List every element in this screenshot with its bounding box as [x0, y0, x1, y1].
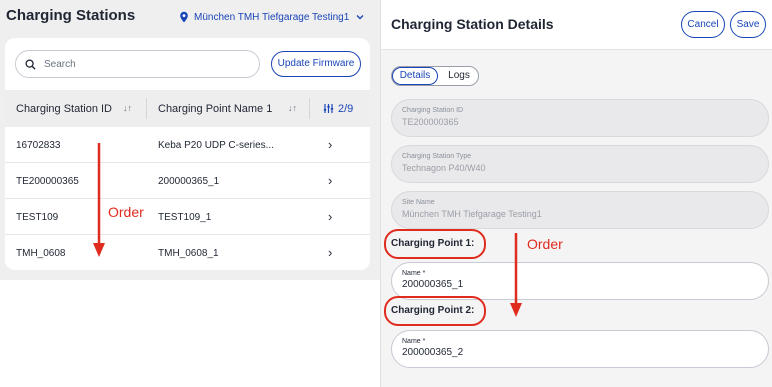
tab-logs[interactable]: Logs: [440, 67, 478, 85]
order-arrow-icon: [510, 233, 522, 317]
point-name-cell: TMH_0608_1: [158, 248, 219, 259]
field-value: München TMH Tiefgarage Testing1: [402, 209, 542, 219]
station-id-cell: 16702833: [16, 140, 61, 151]
search-placeholder: Search: [44, 58, 76, 70]
charging-stations-panel: Charging Stations München TMH Tiefgarage…: [0, 0, 380, 280]
charging-point-2-name-input[interactable]: Name * 200000365_2: [391, 330, 769, 368]
point-name-cell: Keba P20 UDP C-series...: [158, 140, 274, 151]
chevron-right-icon[interactable]: ›: [328, 137, 332, 152]
field-label: Charging Station Type: [402, 153, 472, 160]
details-header: Charging Station Details Cancel Save: [381, 0, 772, 50]
tab-details[interactable]: Details: [392, 67, 438, 85]
page-title: Charging Stations: [6, 7, 136, 24]
field-label: Name *: [402, 270, 426, 277]
chevron-right-icon[interactable]: ›: [328, 245, 332, 260]
point-name-cell: TEST109_1: [158, 212, 212, 223]
order-arrow-icon: [93, 143, 105, 257]
order-annotation: Order: [108, 204, 144, 220]
order-annotation: Order: [527, 236, 563, 252]
highlight-ring: [384, 296, 486, 326]
station-id-cell: TEST109: [16, 212, 59, 223]
update-firmware-button[interactable]: Update Firmware: [271, 51, 361, 77]
details-title: Charging Station Details: [391, 16, 554, 32]
site-name-field: Site Name München TMH Tiefgarage Testing…: [391, 191, 769, 229]
sort-icon[interactable]: ↓↑: [288, 103, 297, 113]
cancel-button[interactable]: Cancel: [681, 11, 725, 38]
stations-table-card: Search Update Firmware Charging Station …: [5, 38, 370, 270]
site-selector[interactable]: München TMH Tiefgarage Testing1: [178, 11, 365, 23]
column-count: 2/9: [338, 102, 354, 115]
columns-settings-icon: [323, 104, 334, 113]
table-row[interactable]: 16702833 Keba P20 UDP C-series... ›: [5, 127, 370, 163]
table-header: Charging Station ID ↓↑ Charging Point Na…: [5, 90, 370, 127]
highlight-ring: [384, 229, 486, 259]
chevron-right-icon[interactable]: ›: [328, 173, 332, 188]
charging-point-1-name-input[interactable]: Name * 200000365_1: [391, 262, 769, 300]
details-tabs: Details Logs: [391, 66, 479, 86]
site-selector-label: München TMH Tiefgarage Testing1: [194, 11, 350, 23]
station-id-field: Charging Station ID TE200000365: [391, 99, 769, 137]
location-pin-icon: [180, 11, 188, 23]
table-row[interactable]: TEST109 TEST109_1 ›: [5, 199, 370, 235]
column-selector[interactable]: 2/9: [323, 90, 353, 127]
field-label: Name *: [402, 338, 426, 345]
point-name-cell: 200000365_1: [158, 176, 220, 187]
column-header-point-name[interactable]: Charging Point Name 1: [158, 90, 308, 127]
search-input[interactable]: Search: [15, 50, 260, 78]
table-row[interactable]: TMH_0608 TMH_0608_1 ›: [5, 235, 370, 270]
save-button[interactable]: Save: [730, 11, 766, 38]
column-divider: [146, 98, 147, 119]
charging-station-details-panel: Charging Station Details Cancel Save Det…: [380, 0, 772, 387]
sort-icon[interactable]: ↓↑: [123, 103, 132, 113]
table-row[interactable]: TE200000365 200000365_1 ›: [5, 163, 370, 199]
station-id-cell: TMH_0608: [16, 248, 66, 259]
column-header-label: Charging Point Name 1: [158, 102, 273, 115]
chevron-right-icon[interactable]: ›: [328, 209, 332, 224]
field-value: TE200000365: [402, 117, 459, 127]
station-type-field: Charging Station Type Technagon P40/W40: [391, 145, 769, 183]
search-icon: [25, 58, 36, 70]
station-id-cell: TE200000365: [16, 176, 79, 187]
field-value: 200000365_1: [402, 279, 464, 290]
field-value: 200000365_2: [402, 347, 464, 358]
field-value: Technagon P40/W40: [402, 163, 486, 173]
field-label: Charging Station ID: [402, 107, 464, 114]
field-label: Site Name: [402, 199, 435, 206]
chevron-down-icon: [356, 15, 364, 20]
column-divider: [309, 98, 310, 119]
column-header-label: Charging Station ID: [16, 102, 112, 115]
